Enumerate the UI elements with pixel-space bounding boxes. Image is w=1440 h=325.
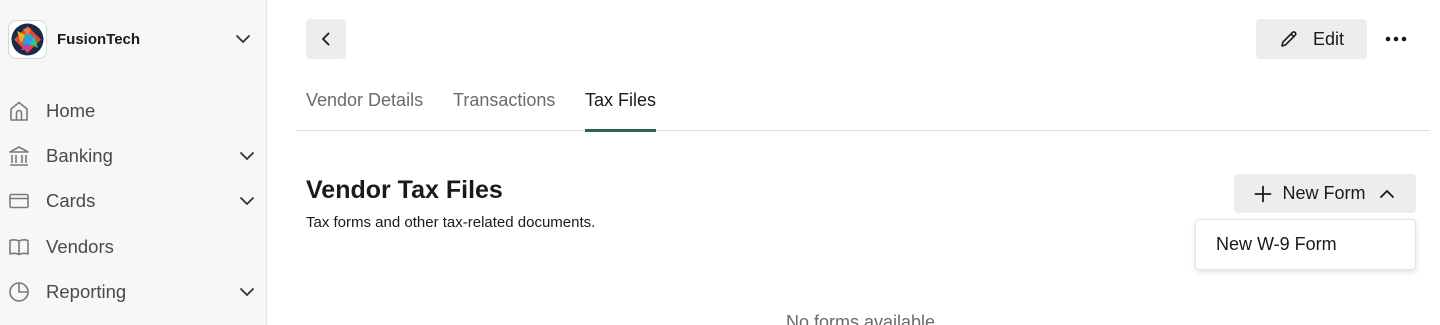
page-subtitle: Tax forms and other tax-related document… xyxy=(306,214,596,231)
more-horizontal-icon xyxy=(1385,36,1407,42)
chevron-down-icon xyxy=(240,288,254,296)
tab-tax-files[interactable]: Tax Files xyxy=(585,90,657,132)
home-icon xyxy=(8,100,30,122)
back-button[interactable] xyxy=(306,19,346,59)
tab-bar: Vendor Details Transactions Tax Files xyxy=(296,82,1430,132)
sidebar-item-reporting[interactable]: Reporting xyxy=(8,276,256,308)
empty-state-text: No forms available xyxy=(786,312,936,325)
chevron-down-icon xyxy=(240,152,254,160)
pencil-icon xyxy=(1281,31,1297,47)
edit-button[interactable]: Edit xyxy=(1256,19,1367,59)
sidebar: FusionTech Home Banking Cards Vendors Re… xyxy=(0,0,267,325)
org-name: FusionTech xyxy=(57,30,141,48)
edit-button-label: Edit xyxy=(1312,28,1345,49)
pie-chart-icon xyxy=(8,281,30,303)
sidebar-item-vendors[interactable]: Vendors xyxy=(8,231,256,263)
more-options-button[interactable] xyxy=(1380,24,1412,54)
chevron-left-icon xyxy=(322,32,330,46)
sidebar-item-cards[interactable]: Cards xyxy=(8,185,256,217)
tab-transactions[interactable]: Transactions xyxy=(453,90,555,131)
sidebar-item-home[interactable]: Home xyxy=(8,95,256,127)
page-title: Vendor Tax Files xyxy=(306,176,503,204)
chevron-up-icon xyxy=(1379,189,1394,198)
plus-icon xyxy=(1255,185,1272,202)
sidebar-item-label: Cards xyxy=(46,190,96,211)
sidebar-item-label: Banking xyxy=(46,145,113,166)
sidebar-item-label: Reporting xyxy=(46,281,127,302)
new-form-dropdown-menu: New W-9 Form xyxy=(1195,219,1416,270)
new-form-button[interactable]: New Form xyxy=(1234,174,1416,213)
new-form-button-label: New Form xyxy=(1282,183,1366,203)
tab-vendor-details[interactable]: Vendor Details xyxy=(306,90,423,131)
sidebar-item-label: Home xyxy=(46,100,96,121)
menu-item-new-w9-form[interactable]: New W-9 Form xyxy=(1216,234,1337,255)
chevron-down-icon xyxy=(236,35,250,43)
sidebar-item-banking[interactable]: Banking xyxy=(8,140,256,172)
chevron-down-icon xyxy=(240,197,254,205)
sidebar-item-label: Vendors xyxy=(46,236,114,257)
card-icon xyxy=(8,190,30,212)
bank-icon xyxy=(8,145,30,167)
book-icon xyxy=(8,236,30,258)
org-logo xyxy=(8,19,47,59)
org-switcher[interactable]: FusionTech xyxy=(8,19,258,59)
